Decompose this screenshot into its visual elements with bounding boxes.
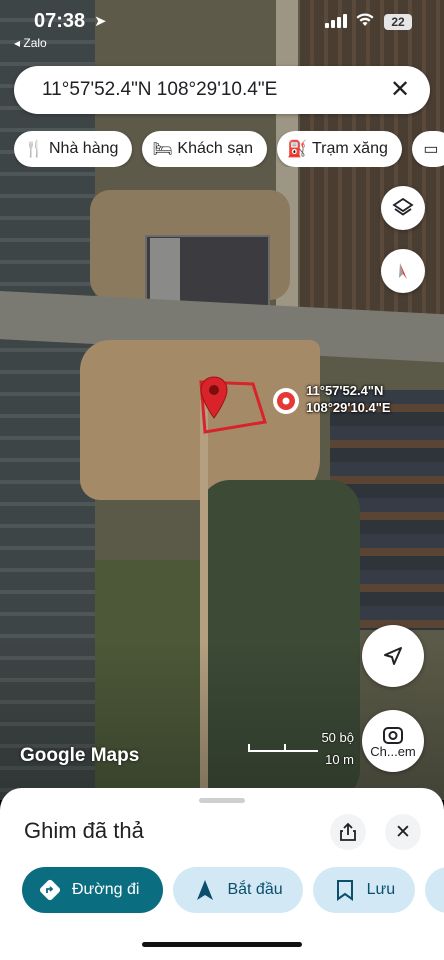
start-label: Bắt đầu [227,881,283,898]
marker-latitude: 11°57'52.4"N [306,383,384,398]
drag-handle[interactable] [199,798,245,803]
location-marker-icon[interactable] [272,387,300,415]
gas-station-icon: ⛽ [287,141,307,158]
hotel-icon: 🛏 [152,141,173,158]
lens-label: Ch...em [370,743,416,759]
chip-label: Nhà hàng [49,140,119,157]
marker-coordinates-label: 11°57'52.4"N 108°29'10.4"E [306,382,391,416]
compass-button[interactable] [381,249,425,293]
navigation-icon [384,647,402,665]
save-label: Lưu [366,881,396,898]
action-buttons: Đường đi Bắt đầu Lưu [22,867,444,913]
layers-icon [392,197,414,216]
marker-longitude: 108°29'10.4"E [306,400,391,415]
directions-button[interactable]: Đường đi [22,867,164,913]
location-arrow-icon: ➤ [94,13,107,30]
share-icon [340,822,356,841]
share-button[interactable] [330,814,366,850]
bookmark-icon [333,878,357,902]
navigation-arrow-icon [193,878,217,902]
chip-more[interactable]: ▭ [411,131,444,167]
clock: 07:38 [34,10,86,32]
search-box[interactable]: 11°57'52.4"N 108°29'10.4"E ✕ [14,66,430,114]
battery-indicator: 22 [384,14,412,30]
search-query[interactable]: 11°57'52.4"N 108°29'10.4"E [42,79,277,101]
compass-icon [399,263,407,279]
restaurant-icon: 🍴 [24,141,44,158]
directions-label: Đường đi [72,881,140,898]
camera-lens-icon [383,726,403,744]
home-indicator[interactable] [142,942,302,947]
directions-icon [38,878,62,902]
scale-feet: 50 bộ [321,730,354,745]
map-scale: 50 bộ 10 m [248,730,356,770]
back-to-app-link[interactable]: ◂ Zalo [14,36,47,50]
my-location-button[interactable] [362,625,424,687]
status-bar: 07:38 ➤ ◂ Zalo 22 [0,0,444,52]
category-chips: 🍴 Nhà hàng 🛏 Khách sạn ⛽ Trạm xăng ▭ [14,131,444,167]
google-maps-logo: Google Maps [20,745,140,766]
start-button[interactable]: Bắt đầu [173,867,303,913]
sheet-title: Ghim đã thả [24,818,144,843]
chip-gas-stations[interactable]: ⛽ Trạm xăng [277,131,402,167]
layers-button[interactable] [381,186,425,230]
scale-meters: 10 m [325,752,354,767]
google-lens-button[interactable]: Ch...em [362,710,424,772]
dropped-pin-icon[interactable] [199,376,229,420]
more-category-icon: ▭ [423,141,439,158]
close-icon[interactable]: ✕ [386,76,414,104]
place-bottom-sheet[interactable]: Ghim đã thả ✕ Đường đi Bắt đầu Lưu [0,788,444,960]
chip-label: Khách sạn [177,140,253,157]
chip-restaurants[interactable]: 🍴 Nhà hàng [14,131,133,167]
close-icon: ✕ [395,821,411,843]
wifi-icon [356,13,374,26]
cellular-signal-icon [325,14,347,28]
chip-label: Trạm xăng [312,140,388,157]
save-button[interactable]: Lưu [312,867,416,913]
close-sheet-button[interactable]: ✕ [385,814,421,850]
chip-hotels[interactable]: 🛏 Khách sạn [142,131,267,167]
label-button[interactable] [425,867,444,913]
